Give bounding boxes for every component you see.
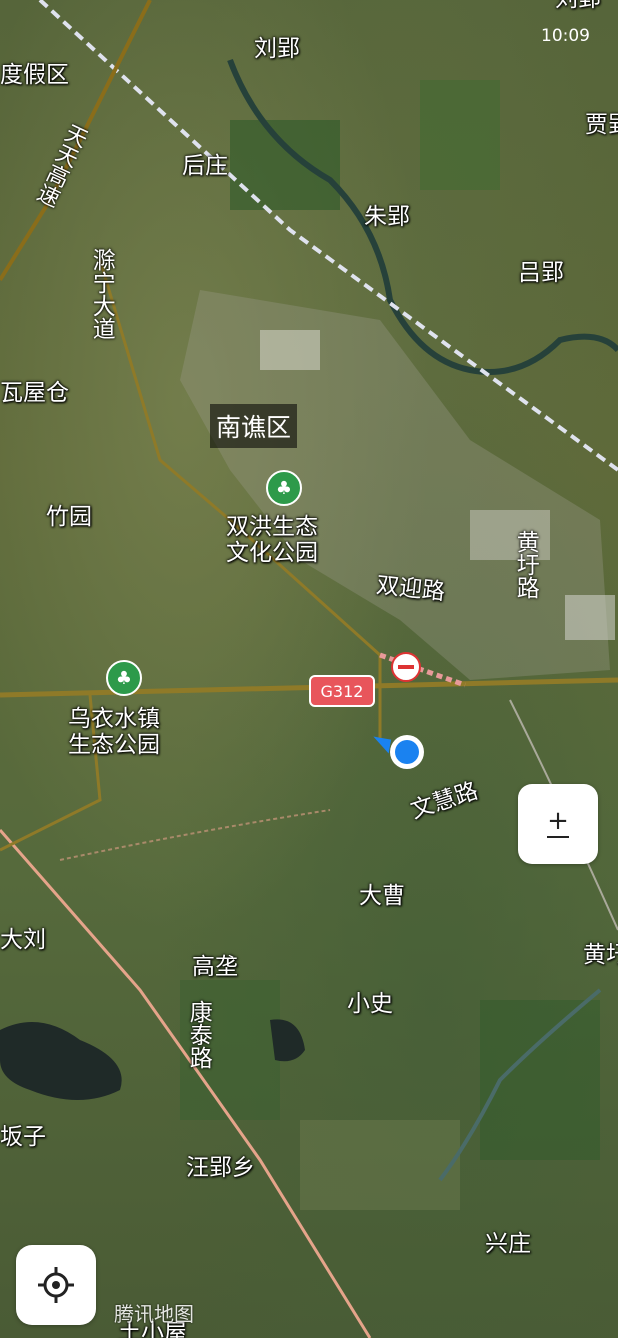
road-label: 黄圩路	[512, 530, 539, 599]
place-label: 吕郢	[518, 260, 564, 286]
place-label: 后庄	[182, 153, 228, 179]
current-location-marker	[390, 735, 424, 769]
place-label: 竹园	[46, 504, 92, 530]
place-label: 大刘	[0, 927, 46, 953]
map-overlay	[0, 0, 618, 1338]
status-time: 10:09	[541, 26, 590, 46]
zoom-out-icon[interactable]	[547, 836, 569, 838]
locate-button[interactable]	[16, 1245, 96, 1325]
place-label: 瓦屋仓	[0, 380, 69, 406]
satellite-map[interactable]: 10:09 南谯区 天天高速 刘郢 度假区 贾郢 后庄 朱郢 吕郢 瓦屋仓 竹园…	[0, 0, 618, 1338]
map-attribution: 腾讯地图	[114, 1302, 194, 1326]
zoom-button[interactable]: +	[518, 784, 598, 864]
place-label: 小史	[347, 991, 393, 1017]
no-entry-icon[interactable]	[391, 652, 421, 682]
place-label: 大曹	[359, 883, 405, 909]
place-label: 黄圩	[583, 942, 618, 968]
place-label: 高垄	[192, 954, 238, 980]
place-label: 汪郢乡	[186, 1155, 255, 1181]
place-label: 朱郢	[364, 204, 410, 230]
place-label: 坂子	[0, 1124, 46, 1150]
status-bar: 10:09	[0, 0, 618, 70]
heading-arrow-icon	[370, 736, 392, 754]
road-label: 康泰路	[185, 1000, 212, 1069]
place-label: 刘郢	[555, 0, 601, 11]
park-label: 双洪生态 文化公园	[226, 514, 318, 567]
place-label: 贾郢	[585, 112, 618, 138]
park-icon[interactable]: ♣	[106, 660, 142, 696]
place-label: 兴庄	[485, 1231, 531, 1257]
place-label: 刘郢	[254, 36, 300, 62]
crosshair-icon	[38, 1267, 74, 1303]
park-icon[interactable]: ♣	[266, 470, 302, 506]
place-label: 度假区	[0, 62, 69, 88]
zoom-in-icon[interactable]: +	[547, 808, 569, 834]
district-label: 南谯区	[210, 404, 298, 448]
highway-shield: G312	[309, 675, 375, 707]
road-label: 滁宁大道	[88, 248, 115, 340]
park-label: 乌衣水镇 生态公园	[68, 706, 160, 759]
